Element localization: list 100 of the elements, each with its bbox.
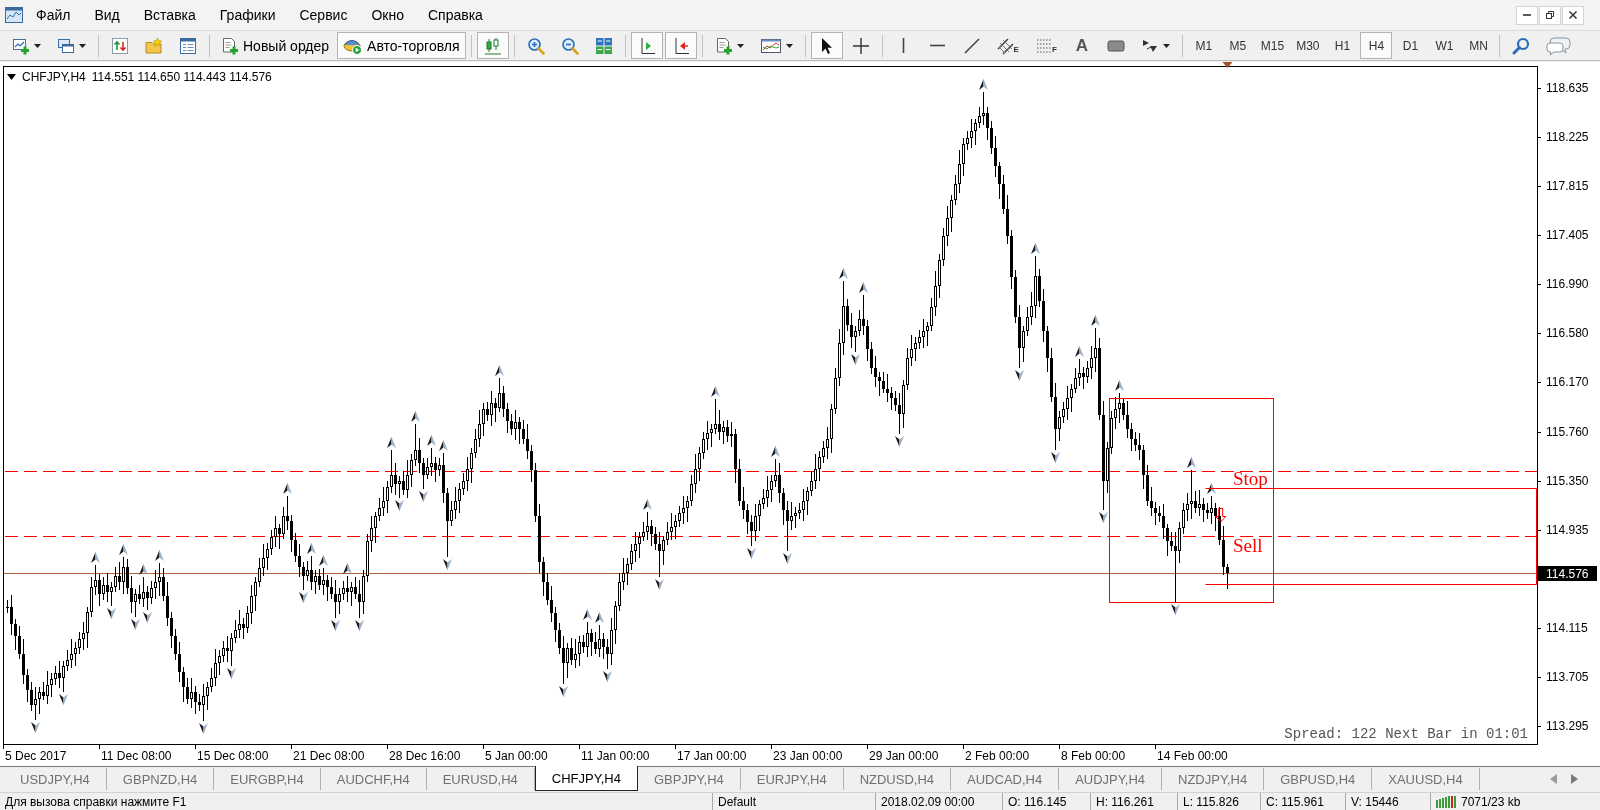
timeframe-button[interactable]: D1 — [1394, 32, 1427, 59]
up-arrow-icon — [155, 550, 164, 561]
new-order-button[interactable]: Новый ордер — [215, 32, 336, 59]
timeframe-button[interactable]: M1 — [1187, 32, 1220, 59]
ohlc-values: 114.551 114.650 114.443 114.576 — [91, 70, 272, 84]
up-arrow-icon — [119, 544, 128, 555]
down-arrow-icon — [783, 553, 792, 564]
high-price: H: 116.261 — [1096, 793, 1154, 810]
chart-tab[interactable]: EURJPY,H4 — [740, 768, 844, 790]
price-axis-label: 116.170 — [1546, 375, 1589, 389]
time-axis-label: 29 Jan 00:00 — [869, 749, 939, 763]
up-arrow-icon — [283, 483, 292, 494]
price-axis-label: 113.705 — [1546, 670, 1589, 684]
up-arrow-icon — [1031, 243, 1040, 254]
down-arrow-icon — [395, 500, 404, 511]
menu-item[interactable]: Графики — [207, 3, 288, 27]
timeframe-button[interactable]: M30 — [1291, 32, 1325, 59]
chart-tab[interactable]: EURGBP,H4 — [214, 768, 321, 790]
timeframe-button[interactable]: H4 — [1360, 32, 1393, 59]
fibonacci-button[interactable]: F — [1027, 32, 1064, 59]
close-icon — [1569, 11, 1577, 19]
down-arrow-icon — [1051, 452, 1060, 463]
document-plus-icon — [714, 36, 733, 55]
chart-shift-button[interactable] — [630, 32, 663, 59]
cursor-button[interactable] — [810, 32, 843, 59]
channel-button[interactable]: E — [989, 32, 1026, 59]
chart-text-label: Sell — [1233, 535, 1263, 556]
up-arrow-icon — [427, 435, 436, 446]
auto-scroll-button[interactable] — [664, 32, 697, 59]
down-arrow-icon — [331, 620, 340, 631]
up-arrow-icon — [1187, 457, 1196, 468]
candlestick-chart-button[interactable] — [476, 32, 509, 59]
restore-button[interactable] — [1539, 5, 1561, 25]
menu-item[interactable]: Справка — [415, 3, 495, 27]
down-arrow-icon — [1015, 370, 1024, 381]
time-axis-label: 17 Jan 00:00 — [677, 749, 747, 763]
menu-item[interactable]: Окно — [359, 3, 416, 27]
minimize-button[interactable] — [1516, 5, 1538, 25]
menu-item[interactable]: Файл — [24, 3, 83, 27]
time-axis-label: 5 Jan 00:00 — [485, 749, 548, 763]
crosshair-icon — [851, 36, 870, 55]
up-arrow-icon — [91, 552, 100, 563]
close-button[interactable] — [1562, 5, 1584, 25]
timeframe-button[interactable]: M15 — [1255, 32, 1290, 59]
chart-text-label: Stop — [1233, 468, 1268, 489]
signal-bars-icon — [1436, 795, 1456, 808]
price-axis-label: 115.350 — [1546, 474, 1589, 488]
timeframe-button[interactable]: M5 — [1221, 32, 1254, 59]
chart-tab[interactable]: AUDJPY,H4 — [1059, 768, 1162, 790]
folder-star-icon — [145, 36, 163, 55]
channel-icon — [996, 36, 1015, 55]
time-axis-label: 23 Jan 00:00 — [773, 749, 843, 763]
timeframe-button[interactable]: MN — [1462, 32, 1495, 59]
autotrading-button[interactable]: Авто-торговля — [337, 32, 466, 59]
up-arrow-icon — [771, 446, 780, 457]
windows-icon — [57, 36, 75, 55]
low-price: L: 115.826 — [1183, 793, 1239, 810]
triangle-down-icon[interactable] — [7, 74, 16, 80]
profile-name: Default — [718, 793, 757, 810]
price-axis-label: 115.760 — [1546, 425, 1589, 439]
chart-tab[interactable]: GBPJPY,H4 — [637, 768, 741, 790]
time-axis-label: 15 Dec 08:00 — [197, 749, 269, 763]
menu-item[interactable]: Сервис — [287, 3, 360, 27]
zoom-in-icon — [526, 36, 545, 55]
price-axis-label: 117.815 — [1546, 179, 1589, 193]
up-arrow-icon — [439, 440, 448, 451]
up-arrow-icon — [1091, 315, 1100, 326]
tile-windows-icon — [594, 36, 613, 55]
chart-tab[interactable]: AUDCAD,H4 — [951, 768, 1060, 790]
chart-tab[interactable]: EURUSD,H4 — [426, 768, 535, 790]
menu-item[interactable]: Вид — [82, 3, 132, 27]
down-arrow-icon — [59, 694, 68, 705]
chart-tab[interactable]: USDJPY,H4 — [4, 768, 107, 790]
fibonacci-icon — [1034, 36, 1053, 55]
chart-tab[interactable]: AUDCHF,H4 — [320, 768, 427, 790]
menu-item[interactable]: Вставка — [131, 3, 208, 27]
vertical-line-icon — [902, 38, 906, 53]
chart-tab[interactable]: NZDUSD,H4 — [843, 768, 952, 790]
scroll-left-icon[interactable] — [1550, 774, 1557, 784]
time-axis-label: 5 Dec 2017 — [5, 749, 67, 763]
chart-tab[interactable]: XAUUSD,H4 — [1372, 768, 1480, 790]
time-axis-label: 8 Feb 00:00 — [1061, 749, 1126, 763]
up-arrow-icon — [643, 499, 652, 510]
scroll-right-icon[interactable] — [1571, 774, 1578, 784]
up-arrow-icon — [595, 612, 604, 623]
down-arrow-icon — [1099, 512, 1108, 523]
text-tool-button[interactable]: A — [1065, 32, 1098, 59]
timeframe-button[interactable]: H1 — [1326, 32, 1359, 59]
down-arrow-icon — [895, 436, 904, 447]
restore-icon — [1545, 10, 1555, 20]
up-arrow-icon — [1207, 483, 1216, 494]
up-arrow-icon — [859, 282, 868, 293]
chart-tab[interactable]: NZDJPY,H4 — [1162, 768, 1265, 790]
chart-tab[interactable]: CHFJPY,H4 — [534, 766, 638, 791]
minimize-icon — [1523, 14, 1531, 16]
chart-tab[interactable]: GBPUSD,H4 — [1264, 768, 1373, 790]
chart-tab[interactable]: GBPNZD,H4 — [106, 768, 215, 790]
horizontal-line-icon — [930, 44, 946, 47]
timeframe-button[interactable]: W1 — [1428, 32, 1461, 59]
label-rectangle-icon — [1106, 39, 1125, 52]
